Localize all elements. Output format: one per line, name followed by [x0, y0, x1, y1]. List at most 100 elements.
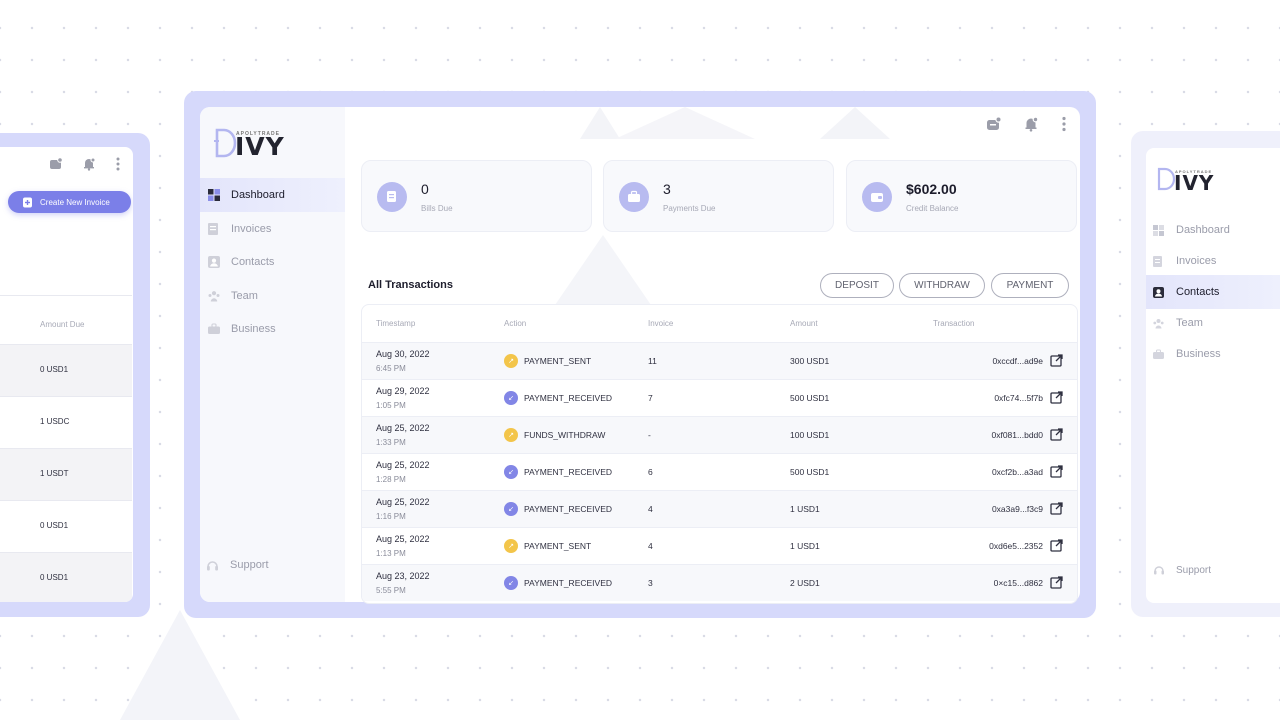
- external-link-icon[interactable]: [1050, 576, 1063, 589]
- table-row[interactable]: Aug 25, 2022 1:16 PM ↙ PAYMENT_RECEIVED 4…: [362, 490, 1077, 527]
- deposit-button[interactable]: DEPOSIT: [820, 273, 894, 298]
- sidebar-item-label: Business: [1176, 348, 1221, 360]
- briefcase-icon: [619, 182, 649, 212]
- amount-due-header: Amount Due: [40, 320, 85, 329]
- row-action-label: PAYMENT_RECEIVED: [524, 393, 613, 403]
- sidebar-item-support[interactable]: Support: [200, 548, 345, 582]
- row-invoice: 6: [648, 467, 653, 477]
- table-row[interactable]: Aug 30, 2022 6:45 PM ↗ PAYMENT_SENT 11 30…: [362, 342, 1077, 379]
- table-row: 1 USDC: [0, 396, 132, 448]
- row-transaction-hash: 0xccdf...ad9e: [992, 356, 1043, 366]
- table-row[interactable]: Aug 25, 2022 1:33 PM ↗ FUNDS_WITHDRAW - 1…: [362, 416, 1077, 453]
- invoice-icon: [207, 223, 220, 236]
- briefcase-icon: [207, 323, 220, 336]
- sidebar-item-business[interactable]: Business: [200, 312, 345, 346]
- amount-due-value: 0 USD1: [40, 365, 69, 374]
- table-row[interactable]: Aug 25, 2022 1:13 PM ↗ PAYMENT_SENT 4 1 U…: [362, 527, 1077, 564]
- bills-due-value: 0: [421, 181, 429, 197]
- bell-icon[interactable]: [1022, 115, 1040, 133]
- row-action: ↙ PAYMENT_RECEIVED: [504, 391, 612, 405]
- column-header-action: Action: [504, 319, 527, 328]
- dashboard-icon: [207, 189, 220, 202]
- external-link-icon[interactable]: [1050, 465, 1063, 478]
- more-vertical-icon[interactable]: [1060, 115, 1068, 133]
- left-window: Create New Invoice Amount Due 0 USD1 1 U…: [0, 147, 133, 602]
- sidebar-item-label: Support: [1176, 564, 1212, 576]
- table-row[interactable]: Aug 25, 2022 1:28 PM ↙ PAYMENT_RECEIVED 6…: [362, 453, 1077, 490]
- row-invoice: 7: [648, 393, 653, 403]
- row-transaction-hash: 0xcf2b...a3ad: [991, 467, 1043, 477]
- row-date: Aug 25, 2022: [376, 460, 430, 470]
- table-row: 0 USD1: [0, 552, 132, 602]
- row-invoice: 3: [648, 578, 653, 588]
- table-row[interactable]: Aug 29, 2022 1:05 PM ↙ PAYMENT_RECEIVED 7…: [362, 379, 1077, 416]
- external-link-icon[interactable]: [1050, 391, 1063, 404]
- row-amount: 2 USD1: [790, 578, 820, 588]
- amount-due-value: 1 USDT: [40, 469, 69, 478]
- sidebar-item-dashboard[interactable]: Dashboard: [1146, 213, 1280, 247]
- row-time: 5:55 PM: [376, 586, 406, 595]
- row-time: 1:13 PM: [376, 549, 406, 558]
- sidebar-item-contacts[interactable]: Contacts: [200, 245, 345, 279]
- row-transaction-hash: 0xf081...bdd0: [991, 430, 1043, 440]
- sidebar-item-label: Invoices: [231, 223, 272, 235]
- row-action-label: FUNDS_WITHDRAW: [524, 430, 606, 440]
- invoice-plus-icon: [23, 197, 32, 207]
- left-table: Amount Due 0 USD1 1 USDC 1 USDT 0 USD1 0…: [0, 295, 132, 602]
- payment-received-icon: ↙: [504, 576, 518, 590]
- table-row[interactable]: Aug 23, 2022 5:55 PM ↙ PAYMENT_RECEIVED 3…: [362, 564, 1077, 601]
- sidebar-item-team[interactable]: Team: [200, 279, 345, 313]
- row-time: 6:45 PM: [376, 364, 406, 373]
- headset-icon: [1152, 564, 1165, 577]
- external-link-icon[interactable]: [1050, 539, 1063, 552]
- credit-balance-card: $602.00 Credit Balance: [846, 160, 1077, 232]
- wallet-badge-icon[interactable]: [48, 156, 64, 172]
- sidebar-item-label: Contacts: [1176, 286, 1220, 298]
- sidebar-item-contacts[interactable]: Contacts: [1146, 275, 1280, 309]
- sidebar-item-label: Team: [1176, 317, 1203, 329]
- transactions-table: Timestamp Action Invoice Amount Transact…: [361, 304, 1078, 604]
- amount-due-value: 1 USDC: [40, 417, 70, 426]
- column-header-amount: Amount: [790, 319, 818, 328]
- withdraw-button[interactable]: WITHDRAW: [899, 273, 985, 298]
- row-time: 1:05 PM: [376, 401, 406, 410]
- payment-button[interactable]: PAYMENT: [991, 273, 1069, 298]
- brand-logo-right: APOLYTRADE IVY: [1156, 166, 1256, 196]
- row-time: 1:33 PM: [376, 438, 406, 447]
- column-header-invoice: Invoice: [648, 319, 674, 328]
- decorative-triangle: [555, 235, 651, 305]
- row-amount: 300 USD1: [790, 356, 830, 366]
- headset-icon: [206, 559, 219, 572]
- row-action: ↙ PAYMENT_RECEIVED: [504, 502, 612, 516]
- sidebar-item-dashboard[interactable]: Dashboard: [200, 178, 345, 212]
- sidebar: APOLYTRADE IVY Dashboard Invoices Contac…: [200, 107, 345, 602]
- row-amount: 1 USD1: [790, 541, 820, 551]
- row-action-label: PAYMENT_RECEIVED: [524, 578, 613, 588]
- row-action: ↙ PAYMENT_RECEIVED: [504, 576, 612, 590]
- bell-icon[interactable]: [81, 156, 97, 172]
- external-link-icon[interactable]: [1050, 428, 1063, 441]
- payments-due-label: Payments Due: [663, 204, 716, 213]
- payment-sent-icon: ↗: [504, 539, 518, 553]
- row-amount: 100 USD1: [790, 430, 830, 440]
- payment-received-icon: ↙: [504, 465, 518, 479]
- wallet-badge-icon[interactable]: [985, 115, 1003, 133]
- sidebar-item-support[interactable]: Support: [1146, 553, 1280, 587]
- row-action-label: PAYMENT_SENT: [524, 356, 592, 366]
- contacts-icon: [207, 256, 220, 269]
- row-date: Aug 25, 2022: [376, 534, 430, 544]
- decorative-triangle: [120, 610, 240, 720]
- more-vertical-icon[interactable]: [114, 156, 122, 172]
- create-new-invoice-button[interactable]: Create New Invoice: [8, 191, 131, 213]
- payment-sent-icon: ↗: [504, 354, 518, 368]
- sidebar-item-team[interactable]: Team: [1146, 306, 1280, 340]
- row-amount: 500 USD1: [790, 467, 830, 477]
- sidebar-item-business[interactable]: Business: [1146, 337, 1280, 371]
- briefcase-icon: [1152, 348, 1165, 361]
- external-link-icon[interactable]: [1050, 354, 1063, 367]
- external-link-icon[interactable]: [1050, 502, 1063, 515]
- payment-received-icon: ↙: [504, 391, 518, 405]
- row-invoice: 4: [648, 504, 653, 514]
- sidebar-item-invoices[interactable]: Invoices: [200, 212, 345, 246]
- sidebar-item-invoices[interactable]: Invoices: [1146, 244, 1280, 278]
